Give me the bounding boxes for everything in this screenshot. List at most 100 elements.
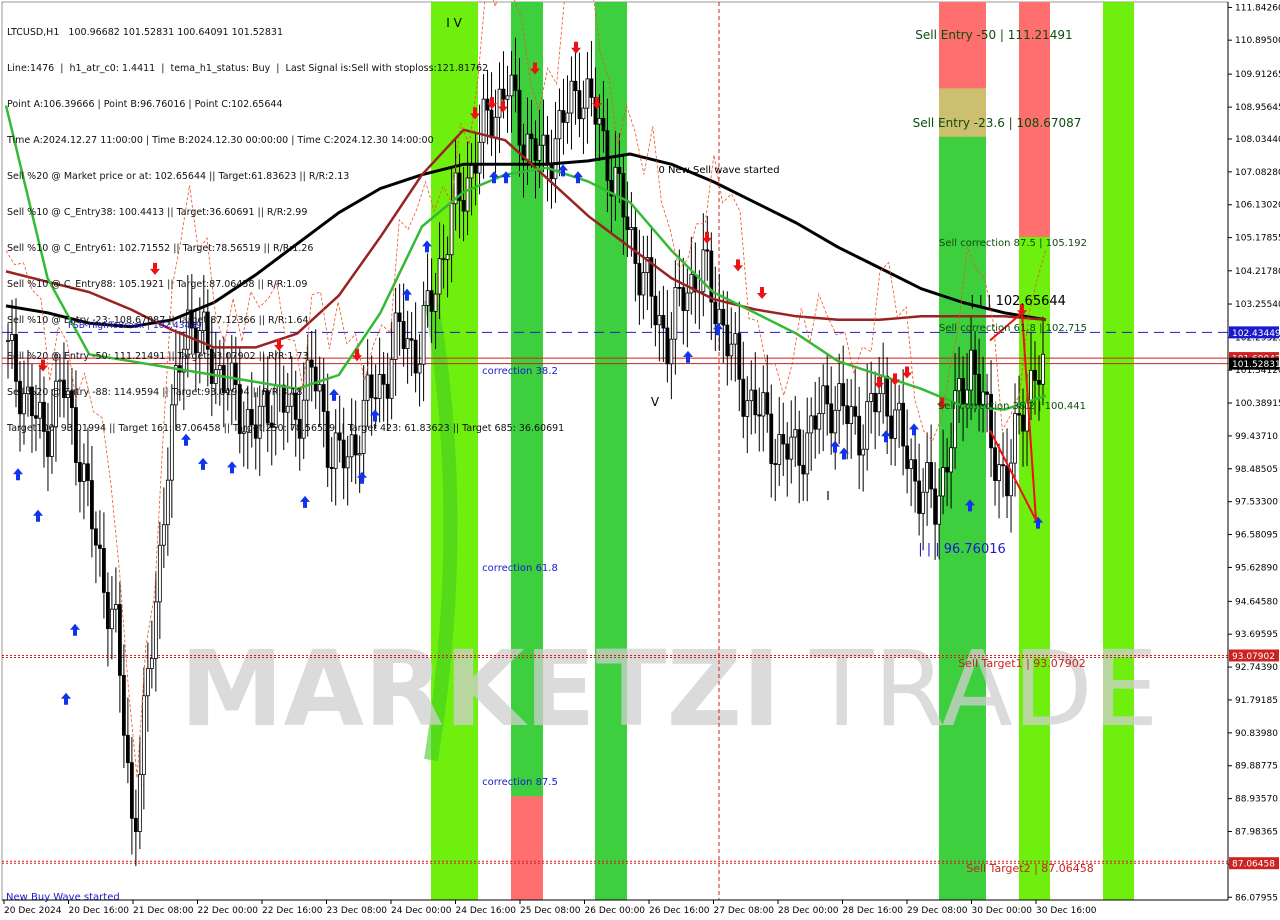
info-line: LTCUSD,H1 100.96682 101.52831 100.64091 … <box>7 27 283 38</box>
candle-body <box>753 389 758 416</box>
x-tick-label: 24 Dec 00:00 <box>391 906 452 916</box>
x-tick-label: 20 Dec 16:00 <box>69 906 130 916</box>
candle-body <box>729 343 734 357</box>
x-tick-label: 27 Dec 08:00 <box>714 906 775 916</box>
candle-body <box>1001 464 1005 467</box>
candle-body <box>929 462 934 490</box>
x-tick-label: 26 Dec 16:00 <box>649 906 710 916</box>
candle-body <box>677 286 682 289</box>
y-tick-label: 89.88775 <box>1235 762 1278 772</box>
y-tick-label: 98.48505 <box>1235 465 1278 475</box>
candle-body <box>605 130 610 181</box>
candle-body <box>102 548 106 593</box>
candle-body <box>137 774 142 832</box>
candle-body <box>161 524 166 546</box>
annotation-label: New Buy Wave started <box>6 892 120 903</box>
candle-body <box>853 406 858 417</box>
candle-body <box>941 467 945 497</box>
candle-body <box>949 447 953 473</box>
candle-body <box>1013 413 1017 464</box>
candle-body <box>121 675 126 736</box>
annotation-label: Sell Entry -23.6 | 108.67087 <box>913 116 1082 130</box>
candle-body <box>113 604 118 610</box>
info-line: Sell %10 @ Entry -23: 108.67087 || Targe… <box>7 315 309 326</box>
x-tick-label: 22 Dec 16:00 <box>262 906 323 916</box>
y-tick-label: 88.93570 <box>1235 795 1278 805</box>
candle-body <box>825 385 830 405</box>
x-tick-label: 22 Dec 00:00 <box>198 906 259 916</box>
x-tick-label: 25 Dec 08:00 <box>520 906 581 916</box>
candle-body <box>865 401 870 450</box>
candle-body <box>961 378 965 405</box>
y-tick-label: 103.25540 <box>1235 300 1280 310</box>
candle-body <box>585 78 590 109</box>
annotation-label: Sell correction 38.2 | 100.441 <box>938 401 1086 412</box>
annotation-label: Sell Entry -50 | 111.21491 <box>915 28 1072 42</box>
y-tick-label: 95.62890 <box>1235 563 1278 573</box>
candle-body <box>705 249 710 252</box>
x-tick-label: 28 Dec 00:00 <box>778 906 839 916</box>
x-tick-label: 30 Dec 00:00 <box>972 906 1033 916</box>
candle-body <box>933 488 938 525</box>
candle-body <box>789 436 794 460</box>
candle-body <box>809 415 814 434</box>
candle-body <box>633 227 638 264</box>
candle-body <box>589 78 594 98</box>
info-line: Sell %20 @ Market price or at: 102.65644… <box>7 171 350 182</box>
info-line: Point A:106.39666 | Point B:96.76016 | P… <box>7 99 283 110</box>
price-tag-label: 87.06458 <box>1232 860 1275 870</box>
candle-body <box>613 166 618 197</box>
y-tick-label: 87.98365 <box>1235 827 1278 837</box>
candle-body <box>857 415 862 456</box>
candle-body <box>773 463 778 465</box>
candle-body <box>661 315 666 329</box>
candle-body <box>873 392 878 413</box>
candle-body <box>761 392 766 417</box>
candle-body <box>717 308 722 325</box>
candle-body <box>86 463 90 481</box>
y-tick-label: 111.84260 <box>1235 3 1280 13</box>
candle-body <box>721 308 726 326</box>
candle-body <box>329 466 334 469</box>
candle-body <box>877 393 882 413</box>
candle-body <box>1005 465 1009 497</box>
candle-body <box>749 389 754 402</box>
candle-body <box>957 378 961 392</box>
candle-body <box>901 402 906 447</box>
candle-body <box>917 480 922 514</box>
candle-body <box>90 480 94 530</box>
candle-body <box>681 287 686 311</box>
candle-body <box>581 107 586 120</box>
candle-body <box>985 391 989 395</box>
candle-body <box>133 817 138 832</box>
candle-body <box>98 544 102 549</box>
candle-body <box>953 390 957 449</box>
x-tick-label: 28 Dec 16:00 <box>843 906 904 916</box>
candle-body <box>805 432 810 475</box>
candle-body <box>669 338 674 365</box>
candle-body <box>909 459 914 469</box>
candle-body <box>829 403 834 434</box>
candle-body <box>897 402 902 411</box>
candle-body <box>665 327 670 365</box>
candle-body <box>153 601 158 659</box>
candle-body <box>106 592 110 630</box>
info-line: Target100: 93.01994 || Target 161: 87.06… <box>7 423 565 434</box>
candle-body <box>617 166 622 174</box>
candle-body <box>849 406 854 424</box>
candle-body <box>689 273 694 294</box>
annotation-label: Sell correction 61.8 | 102.715 <box>939 323 1087 334</box>
candle-body <box>1017 413 1021 416</box>
candle-body <box>110 608 114 630</box>
y-tick-label: 108.95645 <box>1235 103 1280 113</box>
annotation-label: Sell Target2 | 87.06458 <box>966 862 1094 875</box>
candle-body <box>997 464 1001 481</box>
candle-body <box>757 414 762 417</box>
candle-body <box>1029 369 1033 403</box>
candle-body <box>993 447 997 481</box>
candle-body <box>833 409 838 434</box>
candle-body <box>94 528 98 546</box>
watermark-light: TRADE <box>809 628 1159 750</box>
candle-body <box>653 295 658 326</box>
candle-body <box>861 448 866 456</box>
